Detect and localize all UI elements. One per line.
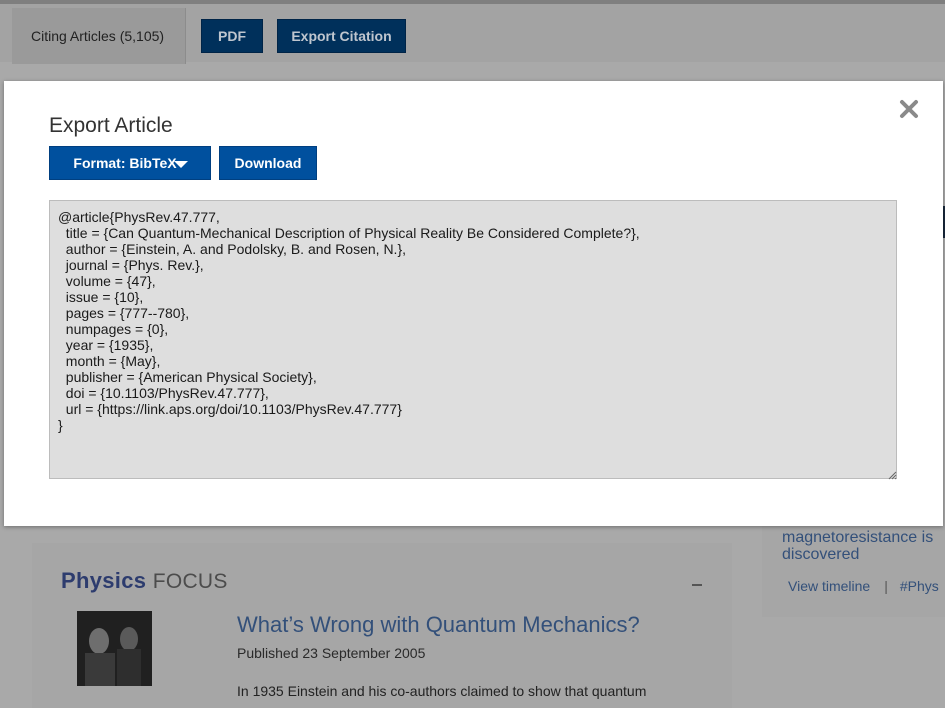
top-toolbar: Citing Articles (5,105) PDF Export Citat… — [0, 0, 945, 64]
physics-focus-logo: Physics FOCUS — [61, 568, 228, 594]
logo-focus-text: FOCUS — [152, 570, 228, 593]
collapse-icon[interactable] — [692, 584, 702, 586]
timeline-links: View timeline | #Phys — [788, 578, 939, 594]
pdf-button[interactable]: PDF — [201, 19, 263, 53]
export-citation-button[interactable]: Export Citation — [277, 19, 406, 53]
timeline-text[interactable]: magnetoresistance is discovered — [782, 529, 933, 563]
hashtag-link[interactable]: #Phys — [900, 578, 939, 594]
chevron-down-icon — [174, 161, 188, 168]
timeline-text-line2: discovered — [782, 546, 860, 563]
modal-title: Export Article — [49, 114, 173, 137]
link-separator: | — [884, 578, 888, 594]
logo-physics-text: Physics — [61, 568, 147, 593]
format-dropdown[interactable]: Format: BibTeX — [49, 146, 211, 180]
physics-focus-card: Physics FOCUS What’s Wrong with Quantum … — [32, 543, 732, 708]
timeline-card: magnetoresistance is discovered View tim… — [762, 525, 945, 617]
format-label: Format: BibTeX — [73, 155, 177, 171]
bibtex-textarea[interactable]: @article{PhysRev.47.777, title = {Can Qu… — [49, 200, 897, 479]
focus-published-date: Published 23 September 2005 — [237, 645, 426, 661]
download-button[interactable]: Download — [219, 146, 317, 180]
export-article-modal: Export Article Format: BibTeX Download @… — [4, 81, 943, 526]
focus-snippet: In 1935 Einstein and his co-authors clai… — [237, 683, 647, 699]
close-icon[interactable] — [898, 98, 920, 120]
timeline-text-line1: magnetoresistance is — [782, 529, 934, 546]
tab-citing-articles[interactable]: Citing Articles (5,105) — [12, 8, 186, 64]
tab-citing-label: Citing Articles (5,105) — [31, 28, 165, 44]
view-timeline-link[interactable]: View timeline — [788, 578, 870, 594]
focus-article-title[interactable]: What’s Wrong with Quantum Mechanics? — [237, 612, 640, 638]
resize-grip-icon[interactable] — [887, 467, 897, 480]
article-thumbnail[interactable] — [77, 611, 152, 686]
